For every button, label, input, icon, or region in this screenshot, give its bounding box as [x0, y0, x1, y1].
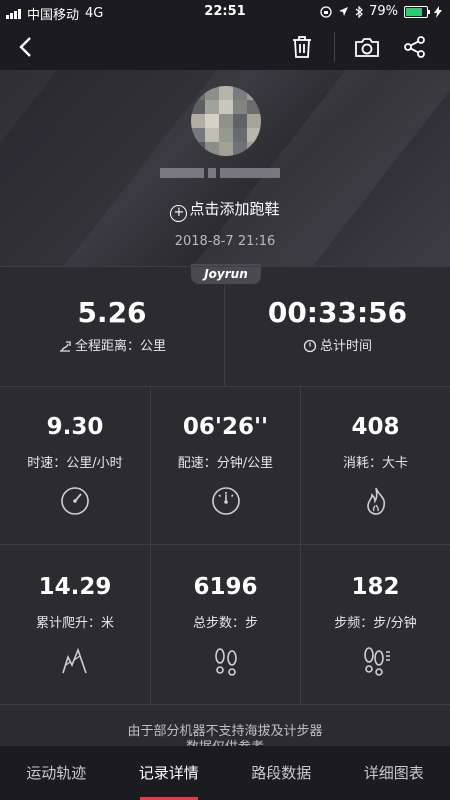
camera-button[interactable] — [352, 32, 382, 62]
metric-calories: 408 消耗：大卡 — [301, 414, 450, 517]
add-shoe-label: 点击添加跑鞋 — [189, 200, 280, 218]
delete-button[interactable] — [287, 32, 317, 62]
status-bar: 中国移动 4G 22:51 79% — [0, 0, 450, 24]
climb-label: 累计爬升：米 — [35, 616, 114, 631]
cadence-value: 182 — [351, 574, 400, 600]
metric-cadence: 182 步频：步/分钟 — [301, 574, 450, 677]
divider — [0, 704, 450, 705]
mountain-icon — [62, 647, 87, 674]
footprint-cadence-icon — [363, 647, 390, 676]
pace-gauge-icon — [211, 487, 240, 515]
share-icon — [404, 36, 425, 58]
footprints-icon — [214, 648, 237, 676]
disclaimer-line-1: 由于部分机器不支持海拔及计步器 — [127, 724, 323, 739]
trash-icon — [293, 36, 311, 58]
status-right: 79% — [320, 4, 442, 19]
battery-percent: 79% — [369, 4, 398, 19]
divider — [0, 544, 450, 545]
time-label: 总计时间 — [319, 339, 372, 354]
metric-steps: 6196 总步数：步 — [151, 574, 300, 677]
profile-header: + 点击添加跑鞋 2018-8-7 21:16 — [0, 70, 450, 266]
chevron-left-icon — [19, 37, 31, 57]
time-stat: 00:33:56 总计时间 — [225, 296, 450, 354]
tab-record-details[interactable]: 记录详情 — [113, 746, 226, 800]
plus-circle-icon: + — [170, 205, 188, 222]
username-blurred — [160, 168, 290, 180]
distance-label: 全程距离：公里 — [74, 339, 166, 354]
climb-value: 14.29 — [38, 574, 112, 600]
metric-climb: 14.29 累计爬升：米 — [0, 574, 150, 677]
nav-divider — [334, 32, 335, 62]
metric-pace: 06'26'' 配速：分钟/公里 — [151, 414, 300, 517]
speed-value: 9.30 — [46, 414, 104, 440]
steps-value: 6196 — [193, 574, 258, 600]
flame-icon — [366, 487, 385, 515]
route-icon — [59, 341, 71, 352]
bottom-tab-bar: 运动轨迹 记录详情 路段数据 详细图表 — [0, 746, 450, 800]
speedometer-icon — [61, 487, 89, 515]
rotation-lock-icon — [320, 5, 332, 18]
metric-speed: 9.30 时速：公里/小时 — [0, 414, 150, 517]
nav-bar — [0, 24, 450, 70]
location-icon — [339, 7, 349, 16]
charging-icon — [434, 5, 442, 18]
tab-segment-data[interactable]: 路段数据 — [225, 746, 338, 800]
back-button[interactable] — [10, 32, 40, 62]
divider — [0, 386, 450, 387]
pace-label: 配速：分钟/公里 — [177, 456, 274, 471]
cadence-label: 步频：步/分钟 — [334, 616, 417, 631]
time-value: 00:33:56 — [267, 296, 408, 329]
bluetooth-icon — [355, 5, 363, 18]
battery-icon — [404, 5, 430, 18]
divider — [0, 266, 450, 267]
share-button[interactable] — [400, 32, 430, 62]
distance-value: 5.26 — [77, 296, 147, 329]
distance-stat: 5.26 全程距离：公里 — [0, 296, 224, 354]
tab-detailed-charts[interactable]: 详细图表 — [338, 746, 450, 800]
pace-value: 06'26'' — [182, 414, 269, 440]
joyrun-brand-tab: Joyrun — [191, 264, 261, 284]
speed-label: 时速：公里/小时 — [27, 456, 123, 471]
clock-icon — [303, 339, 317, 353]
avatar[interactable] — [191, 86, 261, 156]
calories-value: 408 — [351, 414, 400, 440]
add-shoe-button[interactable]: + 点击添加跑鞋 — [0, 198, 450, 222]
run-date: 2018-8-7 21:16 — [174, 234, 276, 249]
tab-track[interactable]: 运动轨迹 — [0, 746, 113, 800]
steps-label: 总步数：步 — [192, 616, 258, 631]
camera-icon — [355, 38, 379, 57]
calories-label: 消耗：大卡 — [342, 456, 408, 471]
